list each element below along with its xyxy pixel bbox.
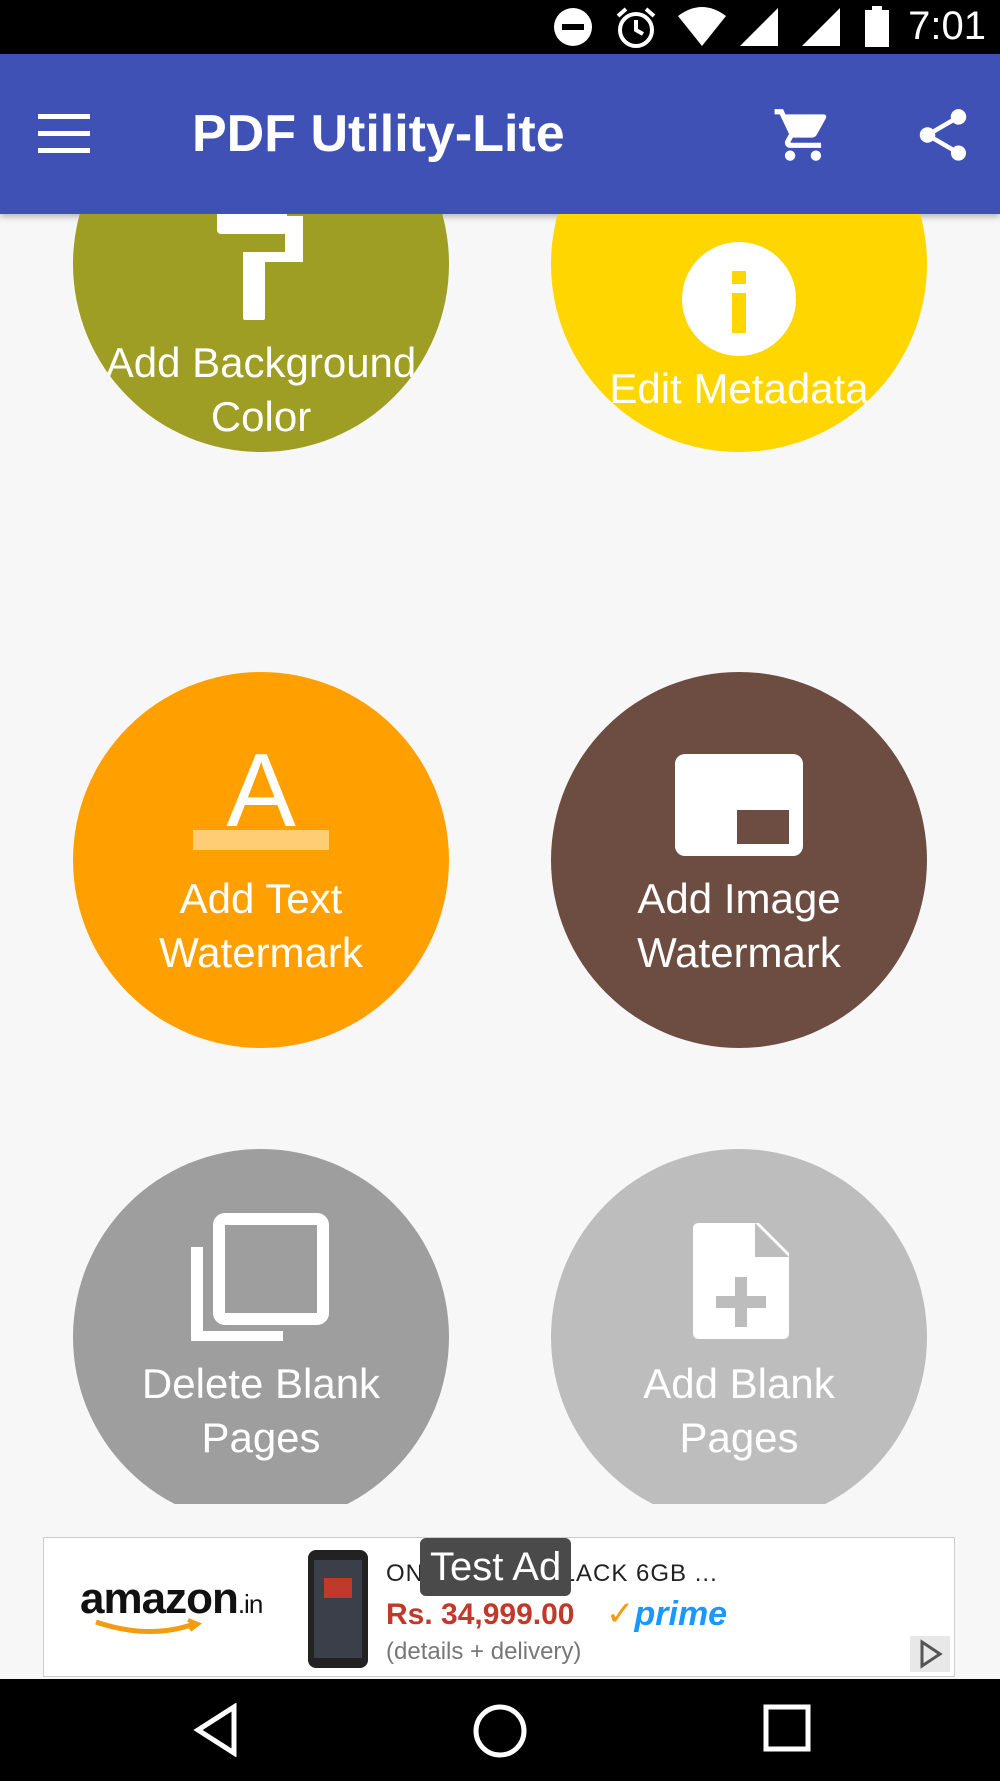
- test-ad-badge: Test Ad: [420, 1538, 572, 1596]
- picture-in-picture-icon: [675, 754, 803, 856]
- app-title: PDF Utility-Lite: [192, 105, 565, 163]
- prime-badge: ✓prime: [606, 1595, 728, 1633]
- home-icon[interactable]: [472, 1703, 528, 1759]
- amazon-logo: amazon.in: [80, 1574, 263, 1635]
- tool-grid: Add Background Color Edit Metadata A Add…: [0, 214, 1000, 1504]
- wifi-icon: [678, 7, 726, 46]
- note-add-icon: [693, 1223, 789, 1339]
- tile-label: Add Image Watermark: [637, 875, 841, 976]
- status-time: 7:01: [908, 4, 986, 48]
- tile-label: Add Background Color: [105, 339, 417, 440]
- battery-icon: [865, 6, 889, 47]
- tile-label: Add Blank Pages: [643, 1360, 835, 1461]
- status-bar: 7:01: [0, 0, 1000, 54]
- ad-price: Rs. 34,999.00: [386, 1598, 575, 1631]
- back-icon[interactable]: [190, 1703, 244, 1757]
- tile-delete-blank-pages[interactable]: Delete Blank Pages: [73, 1149, 449, 1504]
- signal-icon-2: [802, 8, 840, 46]
- paint-roller-icon: [217, 214, 303, 320]
- menu-icon[interactable]: [36, 110, 92, 158]
- tile-add-background-color[interactable]: Add Background Color: [73, 214, 449, 452]
- tile-add-image-watermark[interactable]: Add Image Watermark: [551, 672, 927, 1048]
- text-format-icon: A: [193, 742, 329, 850]
- app-bar: PDF Utility-Lite: [0, 54, 1000, 214]
- phone-image: [308, 1550, 368, 1668]
- tile-label: Edit Metadata: [609, 365, 869, 412]
- tile-label: Delete Blank Pages: [141, 1360, 381, 1461]
- navigation-bar: [0, 1679, 1000, 1781]
- signal-icon: [740, 8, 778, 46]
- recents-icon[interactable]: [762, 1703, 812, 1753]
- cart-icon[interactable]: [772, 104, 834, 166]
- ad-details-link[interactable]: (details + delivery): [386, 1638, 581, 1666]
- tile-edit-metadata[interactable]: Edit Metadata: [551, 214, 927, 452]
- tile-add-blank-pages[interactable]: Add Blank Pages: [551, 1149, 927, 1504]
- alarm-icon: [616, 7, 656, 48]
- share-icon[interactable]: [912, 104, 974, 166]
- do-not-disturb-icon: [554, 8, 592, 46]
- adchoices-icon[interactable]: [910, 1636, 950, 1672]
- info-icon: [682, 242, 796, 356]
- tile-add-text-watermark[interactable]: A Add Text Watermark: [73, 672, 449, 1048]
- amazon-smile-icon: [95, 1618, 203, 1635]
- copy-pages-icon: [191, 1213, 329, 1341]
- tile-label: Add Text Watermark: [159, 875, 363, 976]
